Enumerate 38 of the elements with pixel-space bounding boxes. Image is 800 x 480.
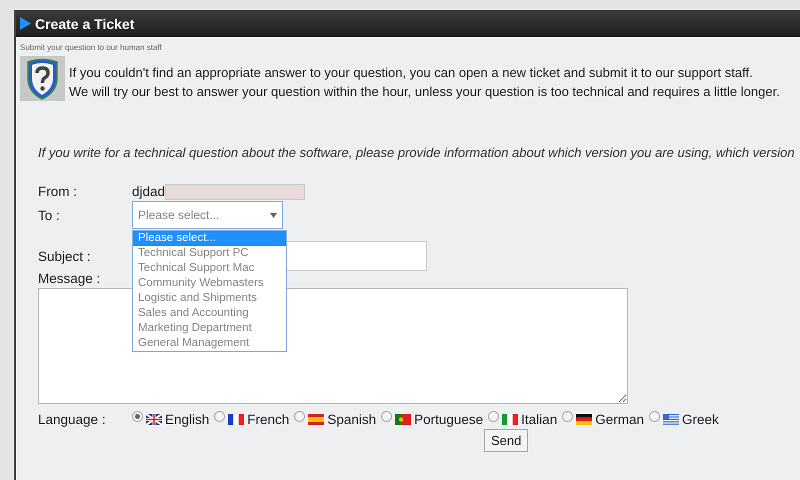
language-radio[interactable] — [381, 411, 392, 422]
dropdown-option[interactable]: Please select... — [133, 231, 286, 246]
flag-icon — [395, 414, 412, 425]
panel-title: Create a Ticket — [35, 16, 134, 32]
flag-icon — [146, 414, 162, 425]
language-radio[interactable] — [562, 411, 574, 422]
flag-icon — [662, 414, 679, 425]
recipient-select[interactable]: Please select... — [132, 201, 283, 229]
language-text: Portuguese — [414, 412, 484, 427]
intro-text: If you couldn't find an appropriate answer to your question, you can open a new ticket and submit it to our support staff. — [69, 64, 754, 82]
send-button[interactable]: Send — [484, 429, 528, 452]
from-label: From : — [38, 184, 78, 199]
language-radio[interactable] — [488, 411, 500, 422]
subject-label: Subject : — [38, 248, 92, 264]
message-label: Message : — [38, 271, 102, 286]
language-text: German — [595, 412, 644, 427]
shield-question-icon — [20, 56, 65, 101]
language-text: English — [165, 412, 210, 427]
to-label: To : — [38, 208, 61, 222]
triangle-icon — [20, 17, 31, 30]
flag-icon — [228, 414, 244, 425]
intro-text: We will try our best to answer your question within the hour, unless your question is too technical and requires a little longer. — [69, 83, 780, 101]
language-radio[interactable] — [294, 411, 306, 422]
flag-icon — [576, 414, 592, 425]
caret-icon — [270, 212, 277, 218]
language-radio[interactable] — [132, 411, 143, 422]
language-text: Greek — [682, 412, 719, 427]
panel-subtitle: Submit your question to our human staff — [20, 43, 163, 52]
language-text: Spanish — [327, 412, 376, 427]
language-radio[interactable] — [214, 411, 226, 422]
language-text: French — [247, 412, 290, 427]
language-text: Italian — [521, 412, 558, 427]
flag-icon — [502, 414, 518, 425]
flag-icon — [308, 414, 324, 425]
language-radio[interactable] — [648, 411, 660, 422]
from-value: djdad — [132, 184, 166, 199]
notice-text: If you write for a technical question about the software, please provide information about which version you are using, which version — [38, 145, 796, 160]
language-label: Language : — [38, 412, 107, 427]
